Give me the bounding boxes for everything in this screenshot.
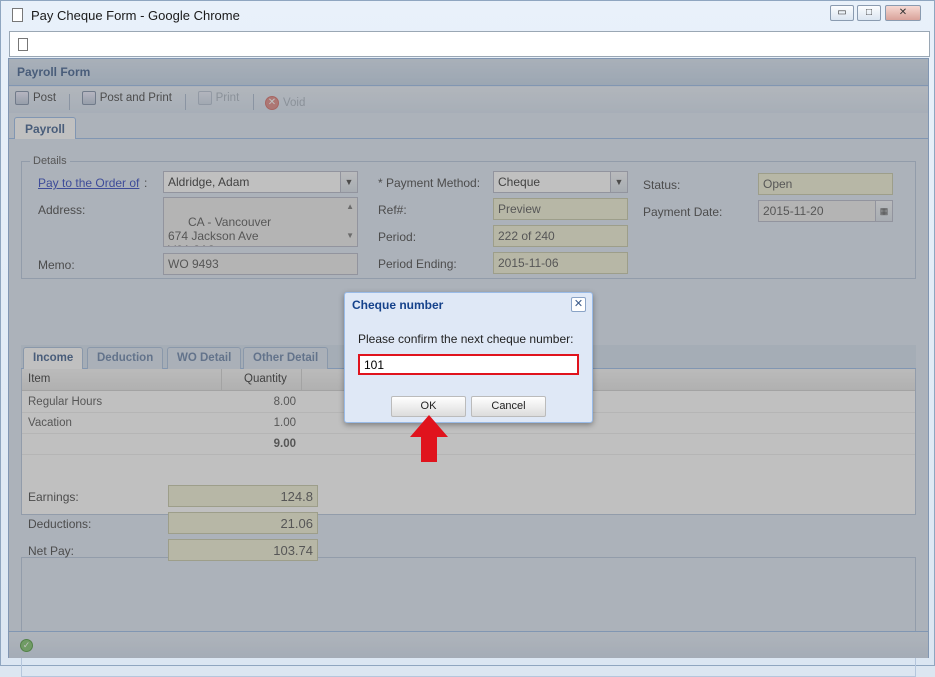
cheque-number-input[interactable]	[358, 354, 579, 375]
document-icon	[18, 38, 28, 51]
dialog-message: Please confirm the next cheque number:	[358, 332, 574, 346]
close-window-button[interactable]: ✕	[885, 5, 921, 21]
window-titlebar: Pay Cheque Form - Google Chrome ▭ □ ✕	[1, 1, 935, 29]
window-title: Pay Cheque Form - Google Chrome	[31, 8, 240, 23]
dialog-title: Cheque number	[352, 298, 444, 312]
close-icon[interactable]: ✕	[571, 297, 586, 312]
cancel-button[interactable]: Cancel	[471, 396, 546, 417]
address-bar[interactable]	[9, 31, 930, 57]
minimize-button[interactable]: ▭	[830, 5, 854, 21]
red-arrow-icon	[410, 415, 448, 462]
maximize-button[interactable]: □	[857, 5, 881, 21]
cheque-number-dialog: Cheque number ✕ Please confirm the next …	[344, 292, 593, 423]
page-icon	[12, 8, 23, 22]
